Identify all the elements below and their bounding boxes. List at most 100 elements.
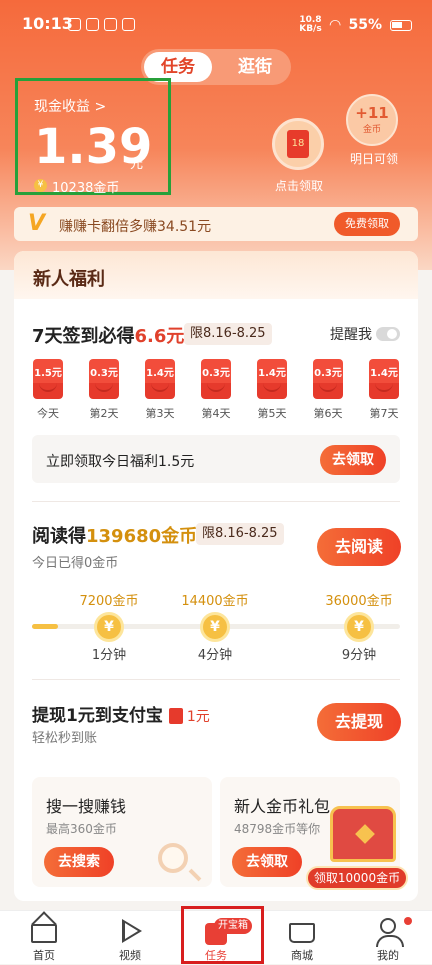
cash-earnings-panel[interactable]: 现金收益 > 1.39 元 ¥ 10238金币 [15, 78, 171, 196]
redpacket-button[interactable]: 18 [272, 118, 324, 170]
earn-card-banner[interactable]: V 赚赚卡翻倍多赚34.51元 免费领取 [14, 207, 418, 241]
status-right: 10.8 KB/s ◠ 55% [299, 16, 412, 34]
milestone-time: 4分钟 [197, 648, 233, 663]
task-highlight-frame [181, 906, 264, 964]
go-search-button[interactable]: 去搜索 [44, 847, 114, 877]
nav-shop-label: 商城 [291, 949, 313, 962]
reading-title: 阅读得139680金币 [32, 522, 197, 548]
withdraw-title: 提现1元到支付宝 1元 [32, 701, 210, 726]
redpacket-icon: 18 [287, 130, 309, 158]
tomorrow-unit: 金币 [362, 125, 381, 135]
checkin-day[interactable]: 1.5元 今天 [31, 359, 65, 421]
tiktok-icon [122, 18, 135, 31]
vip-v-icon: V [28, 211, 46, 236]
free-claim-button[interactable]: 免费领取 [334, 212, 400, 236]
checkin-day[interactable]: 0.3元 第2天 [87, 359, 121, 421]
redpacket-icon: 1.4元 [257, 359, 287, 399]
nav-home[interactable]: 首页 [14, 911, 74, 965]
status-bar: 10:13 10.8 KB/s ◠ 55% [0, 0, 432, 50]
remind-label: 提醒我 [330, 327, 372, 343]
withdraw-sub: 轻松秒到账 [32, 731, 98, 746]
go-claim-gift-button[interactable]: 去领取 [232, 847, 302, 877]
divider [32, 679, 400, 680]
wifi-icon: ◠ [329, 17, 341, 33]
card-title: 新人福利 [33, 269, 105, 290]
card-header: 新人福利 [14, 251, 418, 299]
cash-unit: 元 [130, 157, 144, 172]
app-icon [104, 18, 117, 31]
milestone-coins: 14400金币 [181, 594, 249, 609]
checkin-day[interactable]: 1.4元 第3天 [143, 359, 177, 421]
nav-me[interactable]: 我的 [358, 911, 418, 965]
battery-icon [390, 19, 412, 31]
nav-me-label: 我的 [377, 949, 399, 962]
divider [32, 501, 400, 502]
redpacket-icon: 0.3元 [89, 359, 119, 399]
checkin-date-tag: 限8.16-8.25 [184, 323, 272, 345]
milestone-coins: 36000金币 [325, 594, 393, 609]
redpacket-label[interactable]: 点击领取 [264, 177, 334, 194]
redpacket-icon: 0.3元 [201, 359, 231, 399]
tomorrow-reward-icon[interactable]: +11 金币 [346, 94, 398, 146]
tab-shopping[interactable]: 逛街 [221, 52, 289, 82]
withdraw-title-text: 提现1元到支付宝 [32, 706, 163, 726]
reading-date-tag: 限8.16-8.25 [196, 523, 284, 545]
home-icon [31, 924, 57, 943]
treasure-chest-icon[interactable] [330, 806, 396, 862]
notification-dot [404, 917, 412, 925]
search-earn-sub: 最高360金币 [46, 822, 117, 836]
checkin-title: 7天签到必得6.6元 [32, 322, 184, 348]
magnifier-icon [158, 843, 188, 873]
banner-text: 赚赚卡翻倍多赚34.51元 [59, 219, 212, 235]
coin-icon: ¥ [344, 612, 374, 642]
claim-today-row: 立即领取今日福利1.5元 去领取 [32, 435, 400, 483]
net-speed-unit: KB/s [299, 24, 322, 34]
coin-icon: ¥ [94, 612, 124, 642]
battery-text: 55% [348, 17, 382, 33]
reading-sub: 今日已得0金币 [32, 556, 119, 571]
coin-icon: ¥ [34, 179, 47, 192]
coin-icon: ¥ [200, 612, 230, 642]
go-read-button[interactable]: 去阅读 [317, 528, 401, 566]
coin-balance: 10238金币 [52, 181, 120, 196]
tomorrow-coins: +11 [355, 104, 389, 122]
redpacket-icon: 1.5元 [33, 359, 63, 399]
notification-icon [68, 18, 81, 31]
milestone-time: 9分钟 [341, 648, 377, 663]
nav-video[interactable]: 视频 [100, 911, 160, 965]
withdraw-tag: 1元 [186, 709, 210, 725]
claim-today-button[interactable]: 去领取 [320, 445, 386, 475]
nav-home-label: 首页 [33, 949, 55, 962]
newbie-benefits-card: 新人福利 7天签到必得6.6元 限8.16-8.25 提醒我 1.5元 今天 0.… [14, 251, 418, 901]
claim-today-text: 立即领取今日福利1.5元 [46, 454, 195, 470]
search-earn-title: 搜一搜赚钱 [46, 797, 127, 816]
nav-shop[interactable]: 商城 [272, 911, 332, 965]
coin-gift-title: 新人金币礼包 [234, 797, 331, 816]
user-icon [376, 918, 404, 947]
coin-gift-sub: 48798金币等你 [234, 822, 321, 836]
redpacket-icon [168, 708, 183, 724]
play-icon [122, 919, 142, 943]
checkin-day[interactable]: 0.3元 第4天 [199, 359, 233, 421]
redpacket-icon: 1.4元 [145, 359, 175, 399]
checkin-title-amount: 6.6元 [134, 326, 185, 347]
nav-video-label: 视频 [119, 949, 141, 962]
reading-title-coins: 139680金币 [86, 526, 198, 547]
redpacket-icon: 1.4元 [369, 359, 399, 399]
checkin-day[interactable]: 1.4元 第7天 [367, 359, 401, 421]
search-earn-box[interactable]: 搜一搜赚钱 最高360金币 去搜索 [32, 777, 212, 887]
milestone-time: 1分钟 [91, 648, 127, 663]
redpacket-icon: 0.3元 [313, 359, 343, 399]
go-withdraw-button[interactable]: 去提现 [317, 703, 401, 741]
checkin-day[interactable]: 0.3元 第6天 [311, 359, 345, 421]
claim-coins-label[interactable]: 领取10000金币 [306, 866, 408, 890]
milestone-coins: 7200金币 [79, 594, 139, 609]
status-time: 10:13 [22, 14, 73, 33]
reading-title-prefix: 阅读得 [32, 526, 86, 547]
tomorrow-label: 明日可领 [349, 152, 398, 166]
checkin-day[interactable]: 1.4元 第5天 [255, 359, 289, 421]
mail-icon [86, 18, 99, 31]
cash-earnings-title[interactable]: 现金收益 > [34, 96, 106, 116]
shop-bag-icon [289, 923, 315, 943]
remind-toggle[interactable] [376, 327, 400, 341]
